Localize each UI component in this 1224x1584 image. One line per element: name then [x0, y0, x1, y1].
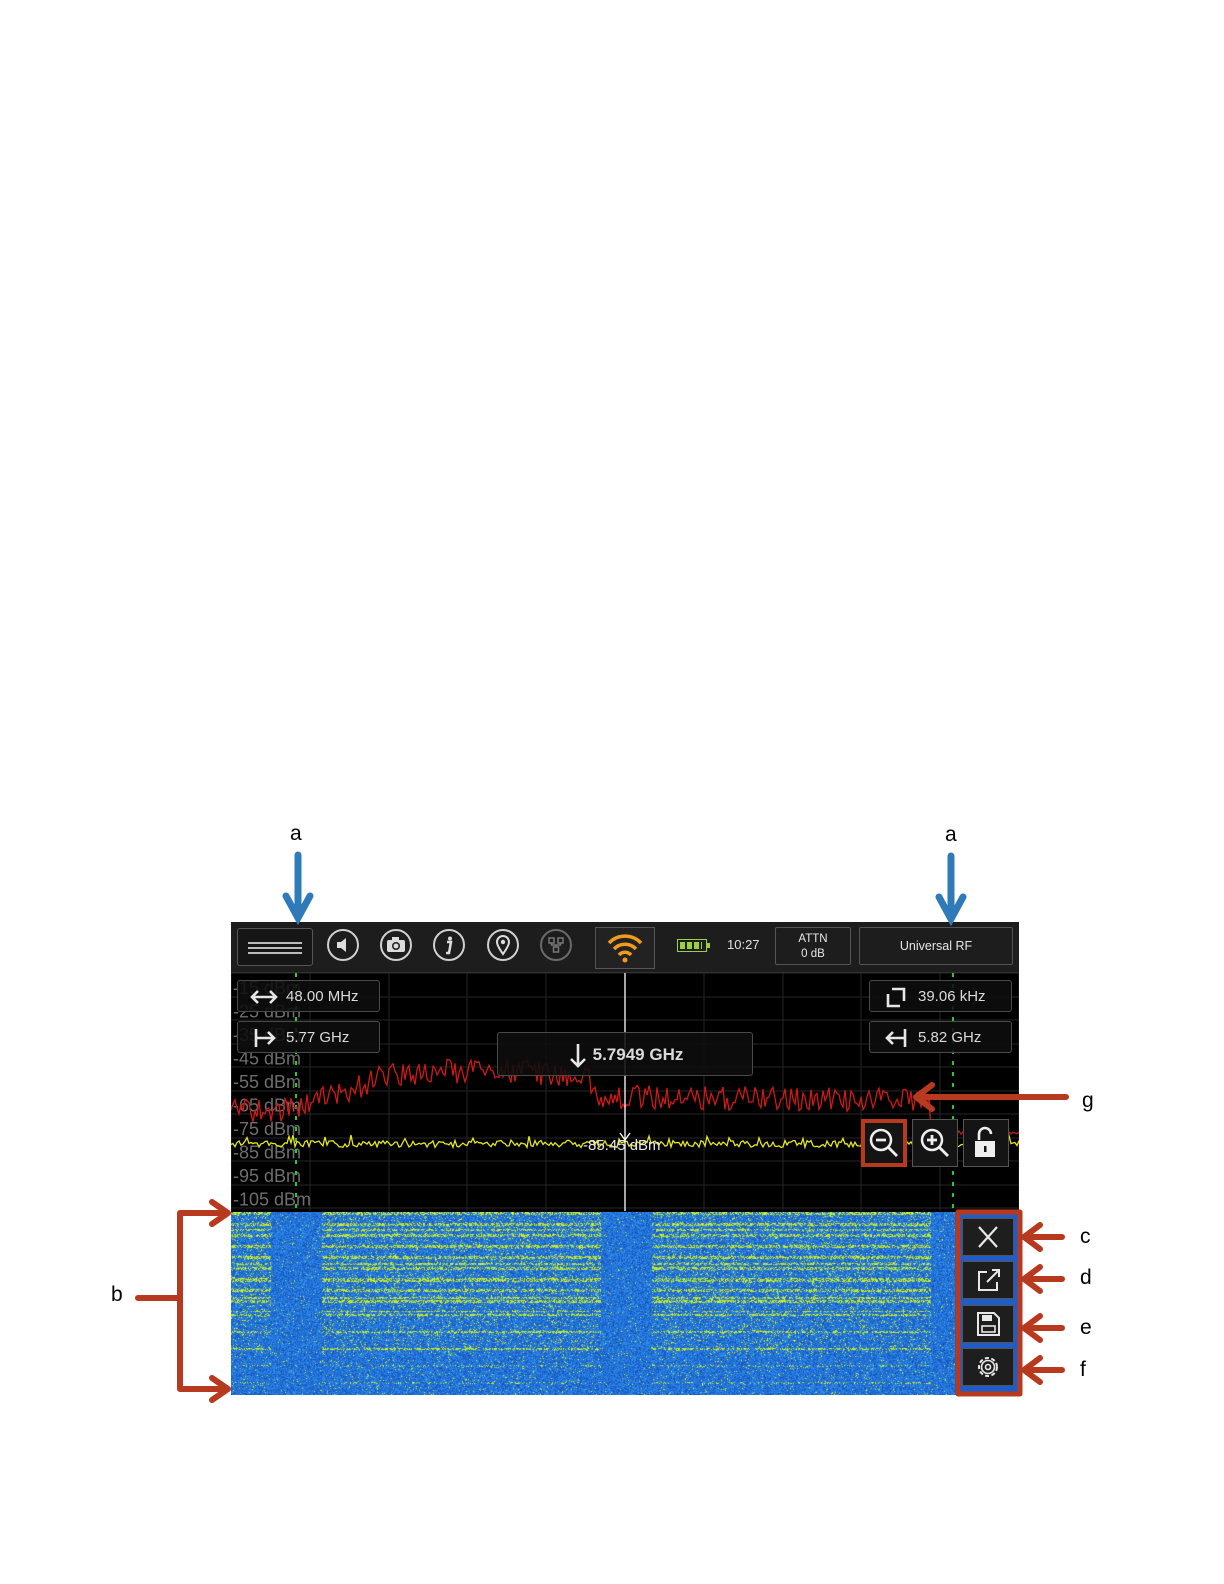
rbw-corner-icon [886, 987, 906, 1008]
marker-level-readout: -85.45 dBm [583, 1137, 661, 1154]
callout-label-e: e [1080, 1316, 1092, 1339]
rbw-value: 39.06 kHz [918, 988, 986, 1005]
location-button[interactable] [487, 929, 519, 961]
settings-button[interactable] [962, 1348, 1014, 1386]
callout-label-d: d [1080, 1266, 1092, 1289]
spectrum-plot[interactable]: -15 dBm-25 dBm-35 dBm-45 dBm-55 dBm-65 d… [231, 973, 1019, 1211]
network-icon [548, 937, 564, 953]
mode-button[interactable]: Universal RF [859, 927, 1013, 965]
network-button[interactable] [540, 929, 572, 961]
down-arrow-icon [569, 1043, 586, 1068]
attn-label: ATTN [798, 933, 828, 945]
zoom-in-icon [920, 1128, 949, 1157]
y-axis-label: -55 dBm [233, 1072, 301, 1092]
stop-frequency-field[interactable]: 5.82 GHz [869, 1021, 1012, 1053]
callout-a-right-arrow [935, 852, 967, 927]
location-pin-icon [495, 935, 511, 956]
callout-a-left-arrow [282, 851, 314, 926]
save-button[interactable] [962, 1305, 1014, 1343]
camera-button[interactable] [380, 929, 412, 961]
start-frequency-value: 5.77 GHz [286, 1029, 350, 1046]
callout-e-arrow [1021, 1313, 1065, 1343]
callout-c-arrow [1021, 1222, 1065, 1252]
info-button[interactable] [433, 929, 465, 961]
callout-label-g: g [1082, 1089, 1094, 1112]
stop-frequency-icon [885, 1029, 907, 1047]
analyzer-screen: 10:27 ATTN 0 dB Universal RF -15 dBm-25 … [231, 922, 1019, 1395]
callout-label-b: b [111, 1283, 123, 1306]
info-icon [446, 936, 453, 955]
callout-f-arrow [1021, 1355, 1065, 1385]
callout-label-a-right: a [945, 823, 957, 846]
close-waterfall-button[interactable] [962, 1218, 1014, 1256]
callout-b-bracket [135, 1210, 229, 1392]
zoom-out-button[interactable] [861, 1119, 907, 1167]
menu-button[interactable] [237, 928, 313, 966]
wifi-icon [607, 934, 643, 963]
battery-icon [677, 939, 710, 952]
zoom-in-button[interactable] [912, 1119, 958, 1167]
rbw-field[interactable]: 39.06 kHz [869, 980, 1012, 1012]
y-axis-label: -75 dBm [233, 1119, 301, 1139]
close-icon [978, 1226, 998, 1248]
zoom-out-icon [869, 1128, 898, 1157]
center-frequency-field[interactable]: 5.7949 GHz [497, 1032, 753, 1076]
span-field[interactable]: 48.00 MHz [237, 980, 380, 1012]
attenuation-button[interactable]: ATTN 0 dB [775, 927, 851, 965]
export-button[interactable] [962, 1261, 1014, 1299]
export-icon [978, 1269, 1000, 1291]
callout-label-c: c [1080, 1225, 1091, 1248]
start-frequency-field[interactable]: 5.77 GHz [237, 1021, 380, 1053]
wifi-mode-button[interactable] [595, 927, 655, 969]
settings-icon [978, 1357, 998, 1377]
attn-value: 0 dB [801, 948, 825, 960]
top-toolbar: 10:27 ATTN 0 dB Universal RF [231, 922, 1019, 973]
waterfall-display[interactable] [231, 1212, 1019, 1395]
span-arrows-icon [250, 990, 278, 1004]
callout-d-arrow [1021, 1264, 1065, 1294]
stop-frequency-value: 5.82 GHz [918, 1029, 982, 1046]
y-axis-label: -85 dBm [233, 1143, 301, 1163]
lock-button[interactable] [963, 1119, 1009, 1167]
save-icon [977, 1312, 1000, 1336]
center-frequency-value: 5.7949 GHz [592, 1045, 684, 1064]
callout-label-a-left: a [290, 822, 302, 845]
span-value: 48.00 MHz [286, 988, 359, 1005]
speaker-button[interactable] [327, 929, 359, 961]
waterfall-heatmap [231, 1212, 955, 1395]
callout-label-f: f [1080, 1358, 1086, 1381]
callout-b-arrowheads [209, 1199, 231, 1403]
unlock-icon [975, 1126, 995, 1157]
camera-icon [387, 937, 405, 952]
y-axis-label: -95 dBm [233, 1166, 301, 1186]
clock: 10:27 [727, 937, 760, 952]
y-axis-label: -105 dBm [233, 1190, 311, 1210]
start-frequency-icon [254, 1029, 276, 1047]
speaker-icon [337, 938, 346, 952]
